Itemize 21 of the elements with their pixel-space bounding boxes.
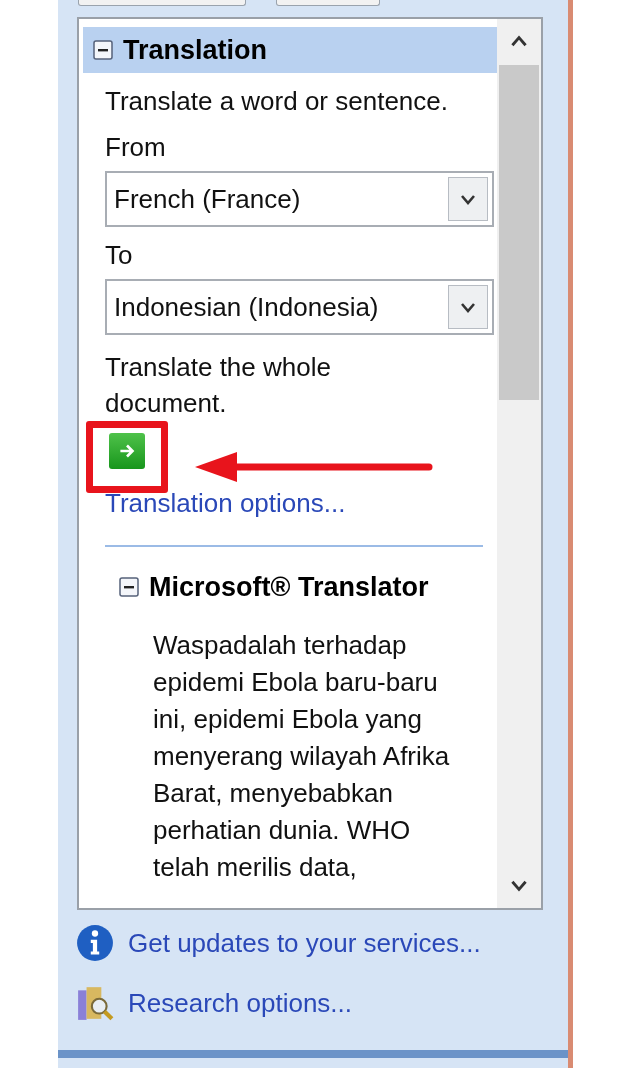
- tab-stub[interactable]: [78, 0, 246, 6]
- to-label: To: [105, 239, 134, 272]
- books-magnifier-icon: [76, 984, 114, 1022]
- from-dropdown[interactable]: French (France): [105, 171, 494, 227]
- from-label: From: [105, 131, 167, 164]
- service-title: Microsoft® Translator: [149, 571, 429, 603]
- scrollbar-thumb[interactable]: [499, 65, 539, 400]
- document-label: Translate the whole document.: [105, 351, 332, 420]
- footer-link[interactable]: Research options...: [128, 987, 352, 1019]
- translation-text: Waspadalah terhadap epidemi Ebola baru-baru ini, epidemi Ebola yang menyerang wilayah Afrika Barat, menyebabkan perhatian dunia. WHO telah merilis data,: [153, 629, 451, 884]
- collapse-icon[interactable]: [119, 577, 139, 597]
- section-title: Translation: [123, 34, 268, 66]
- instruction-text: Translate a word or sentence.: [105, 85, 449, 118]
- translation-options-link[interactable]: Translation options...: [105, 485, 497, 521]
- scrollbar[interactable]: [497, 19, 541, 908]
- to-dropdown[interactable]: Indonesian (Indonesia): [105, 279, 494, 335]
- info-icon: [76, 924, 114, 962]
- translate-button[interactable]: [109, 433, 145, 469]
- tab-stub[interactable]: [276, 0, 380, 6]
- footer-link[interactable]: Get updates to your services...: [128, 927, 481, 959]
- collapse-icon[interactable]: [93, 40, 113, 60]
